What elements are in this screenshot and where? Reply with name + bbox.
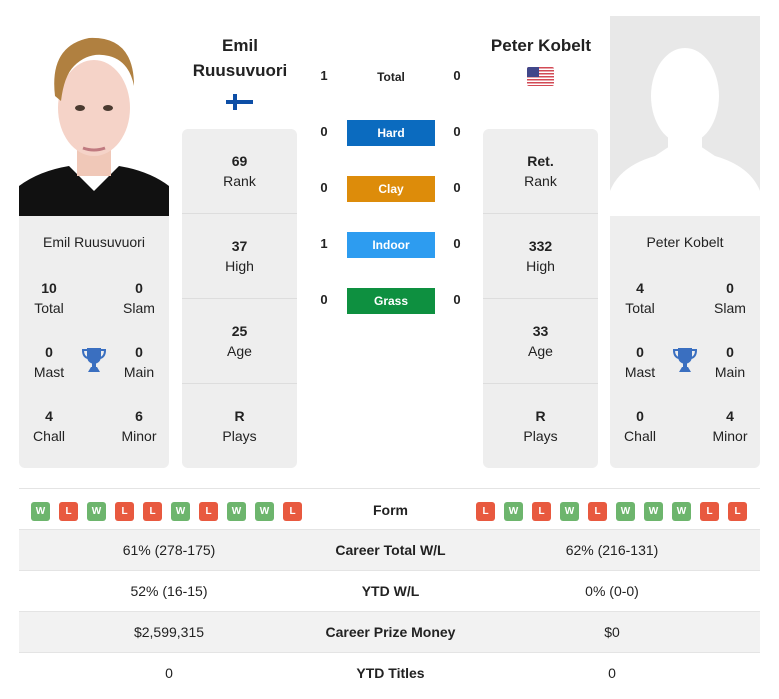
h2h-indoor-p1: 1 xyxy=(320,236,328,251)
stat-row-prize-money: $2,599,315 Career Prize Money $0 xyxy=(19,611,760,652)
stat-row-ytd-titles: 0 YTD Titles 0 xyxy=(19,652,760,693)
finland-flag-icon xyxy=(226,94,253,110)
surface-hard-button[interactable]: Hard xyxy=(347,120,435,146)
surface-indoor-button[interactable]: Indoor xyxy=(347,232,435,258)
player1-rank: 69 Rank xyxy=(182,129,297,214)
player2-titles-chall: 0 Chall xyxy=(624,408,656,444)
player2-profile-card: Ret. Rank 332 High 33 Age R Plays xyxy=(483,129,598,468)
trophy-icon xyxy=(672,347,698,378)
form-win-badge: W xyxy=(504,502,523,521)
form-row: WLWLLWLWWL Form LWLWLWWWLL xyxy=(19,488,760,529)
player1-titles-minor: 6 Minor xyxy=(121,408,157,444)
form-win-badge: W xyxy=(672,502,691,521)
h2h-hard-p2: 0 xyxy=(453,124,461,139)
player2-name: Peter Kobelt xyxy=(646,234,724,250)
player2-high: 332 High xyxy=(483,214,598,299)
usa-flag-icon xyxy=(527,67,554,86)
h2h-total-label: Total xyxy=(377,70,405,84)
form-win-badge: W xyxy=(87,502,106,521)
form-win-badge: W xyxy=(616,502,635,521)
form-loss-badge: L xyxy=(588,502,607,521)
player1-titles-main: 0 Main xyxy=(123,344,155,380)
player2-name-heading[interactable]: Peter Kobelt xyxy=(476,33,606,58)
player1-titles-card: Emil Ruusuvuori 10 Total 0 Slam 0 Mast 0 Mai… xyxy=(19,216,169,468)
form-loss-badge: L xyxy=(59,502,78,521)
player2-titles-mast: 0 Mast xyxy=(624,344,656,380)
h2h-hard-p1: 0 xyxy=(320,124,328,139)
player1-age: 25 Age xyxy=(182,299,297,384)
player2-titles-total: 4 Total xyxy=(625,280,655,316)
player2-titles-slam: 0 Slam xyxy=(714,280,746,316)
form-win-badge: W xyxy=(227,502,246,521)
trophy-icon xyxy=(81,347,107,378)
form-loss-badge: L xyxy=(283,502,302,521)
player1-titles-mast: 0 Mast xyxy=(33,344,65,380)
form-win-badge: W xyxy=(644,502,663,521)
player2-titles-main: 0 Main xyxy=(714,344,746,380)
h2h-total-p2: 0 xyxy=(453,68,461,83)
form-win-badge: W xyxy=(171,502,190,521)
player2-titles-card: Peter Kobelt 4 Total 0 Slam 0 Mast 0 Main 0C… xyxy=(610,216,760,468)
player2-photo-placeholder xyxy=(610,16,760,216)
form-loss-badge: L xyxy=(143,502,162,521)
player1-titles-total: 10 Total xyxy=(34,280,64,316)
player1-titles-slam: 0 Slam xyxy=(123,280,155,316)
player1-name: Emil Ruusuvuori xyxy=(43,234,145,250)
surface-grass-button[interactable]: Grass xyxy=(347,288,435,314)
surface-clay-button[interactable]: Clay xyxy=(347,176,435,202)
player2-plays: R Plays xyxy=(523,408,558,444)
form-loss-badge: L xyxy=(476,502,495,521)
player2-titles-minor: 4 Minor xyxy=(712,408,748,444)
player1-plays: R Plays xyxy=(222,408,257,444)
h2h-total-p1: 1 xyxy=(320,68,328,83)
h2h-clay-p2: 0 xyxy=(453,180,461,195)
h2h-indoor-p2: 0 xyxy=(453,236,461,251)
form-loss-badge: L xyxy=(728,502,747,521)
player1-profile-card: 69 Rank 37 High 25 Age R Plays xyxy=(182,129,297,468)
form-win-badge: W xyxy=(31,502,50,521)
form-win-badge: W xyxy=(560,502,579,521)
h2h-grass-p2: 0 xyxy=(453,292,461,307)
form-win-badge: W xyxy=(255,502,274,521)
h2h-grass-p1: 0 xyxy=(320,292,328,307)
player1-titles-chall: 4 Chall xyxy=(33,408,65,444)
form-loss-badge: L xyxy=(199,502,218,521)
form-loss-badge: L xyxy=(700,502,719,521)
player2-age: 33 Age xyxy=(483,299,598,384)
player2-rank: Ret. Rank xyxy=(483,129,598,214)
form-label: Form xyxy=(373,502,408,518)
h2h-clay-p1: 0 xyxy=(320,180,328,195)
stat-row-ytd-wl: 52% (16-15) YTD W/L 0% (0-0) xyxy=(19,570,760,611)
stat-row-career-wl: 61% (278-175) Career Total W/L 62% (216-… xyxy=(19,529,760,570)
player1-high: 37 High xyxy=(182,214,297,299)
player1-name-heading[interactable]: Emil Ruusuvuori xyxy=(175,33,305,83)
form-loss-badge: L xyxy=(532,502,551,521)
form-loss-badge: L xyxy=(115,502,134,521)
player1-photo xyxy=(19,16,169,216)
